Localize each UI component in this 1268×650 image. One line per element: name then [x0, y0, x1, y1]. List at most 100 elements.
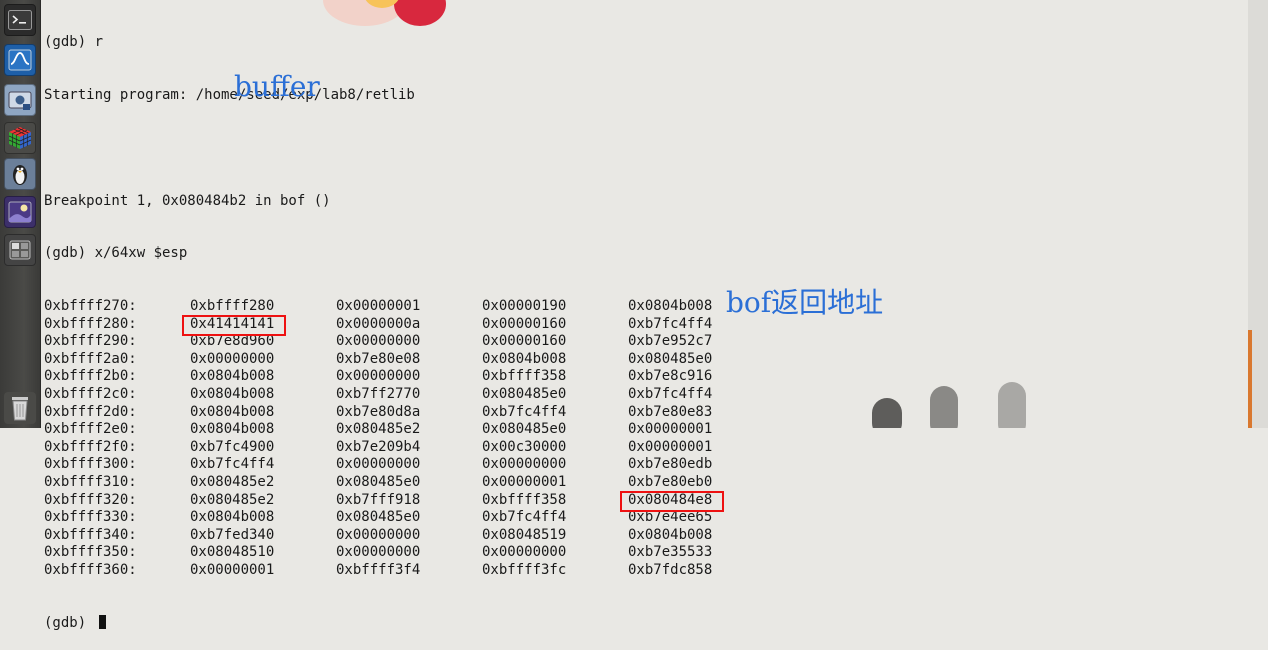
memory-word: 0xb7e80eb0	[628, 474, 713, 491]
memory-word: 0x00000000	[336, 544, 421, 561]
gdb-terminal-output[interactable]: (gdb) r Starting program: /home/seed/exp…	[44, 0, 774, 650]
memory-word: 0xb7fc4ff4	[482, 403, 567, 420]
terminal-line: Breakpoint 1, 0x080484b2 in bof ()	[44, 192, 331, 209]
memory-word: 0x00000000	[482, 456, 567, 473]
memory-word: 0x080485e0	[336, 509, 421, 526]
memory-address: 0xbffff270:	[44, 298, 137, 315]
memory-word: 0x0804b008	[190, 386, 275, 403]
workspace-switcher-icon[interactable]	[4, 234, 36, 266]
memory-word: 0x08048510	[190, 544, 275, 561]
memory-address: 0xbffff320:	[44, 491, 137, 508]
memory-address: 0xbffff310:	[44, 474, 137, 491]
memory-address: 0xbffff2e0:	[44, 421, 137, 438]
memory-word: 0x00000001	[336, 298, 421, 315]
memory-address: 0xbffff360:	[44, 562, 137, 578]
window-edge	[1248, 0, 1268, 428]
memory-word: 0xb7e35533	[628, 544, 713, 561]
memory-row: 0xbffff310: 0x080485e2 0x080485e0 0x0000000…	[44, 474, 774, 492]
memory-word: 0x00c30000	[482, 438, 567, 455]
trash-icon[interactable]	[4, 392, 36, 424]
memory-address: 0xbffff290:	[44, 333, 137, 350]
memory-word: 0x00000000	[336, 368, 421, 385]
memory-word: 0x08048519	[482, 526, 567, 543]
memory-word: 0xb7e80d8a	[336, 403, 421, 420]
terminal-icon[interactable]	[4, 4, 36, 36]
system-monitor-icon[interactable]	[4, 44, 36, 76]
memory-word: 0xbffff358	[482, 368, 567, 385]
terminal-line: (gdb) x/64xw $esp	[44, 245, 188, 262]
memory-address: 0xbffff280:	[44, 315, 137, 332]
memory-word: 0x0804b008	[190, 421, 275, 438]
gdb-prompt: (gdb)	[44, 614, 95, 631]
memory-word: 0xb7e952c7	[628, 333, 713, 350]
memory-word: 0x080485e0	[336, 474, 421, 491]
memory-word: 0x0000000a	[336, 315, 421, 332]
memory-word: 0x080485e0	[628, 350, 713, 367]
memory-word: 0xbffff3f4	[336, 562, 421, 578]
memory-word: 0x080485e2	[336, 421, 421, 438]
memory-word: 0xb7fc4ff4	[190, 456, 275, 473]
memory-row: 0xbffff340: 0xb7fed340 0x00000000 0x0804851…	[44, 527, 774, 545]
memory-word: 0x00000000	[482, 544, 567, 561]
memory-word: 0xb7e80e83	[628, 403, 713, 420]
memory-address: 0xbffff300:	[44, 456, 137, 473]
memory-word: 0xbffff3fc	[482, 562, 567, 578]
memory-word: 0x00000001	[628, 421, 713, 438]
launcher	[0, 0, 41, 428]
memory-word: 0x0804b008	[190, 403, 275, 420]
terminal-line: Starting program: /home/seed/exp/lab8/re…	[44, 86, 415, 103]
memory-row: 0xbffff2e0: 0x0804b008 0x080485e2 0x080485e…	[44, 421, 774, 439]
screenshot-icon[interactable]	[4, 84, 36, 116]
gdb-prompt-line[interactable]: (gdb)	[44, 614, 774, 633]
memory-word: 0x00000190	[482, 298, 567, 315]
memory-address: 0xbffff2a0:	[44, 350, 137, 367]
memory-address: 0xbffff330:	[44, 509, 137, 526]
wallpaper-icon[interactable]	[4, 196, 36, 228]
memory-word: 0xb7e8d960	[190, 333, 275, 350]
memory-word: 0x00000001	[190, 562, 275, 578]
memory-row: 0xbffff290: 0xb7e8d960 0x00000000 0x0000016…	[44, 333, 774, 351]
memory-word: 0x00000000	[190, 350, 275, 367]
memory-row: 0xbffff2b0: 0x0804b008 0x00000000 0xbffff35…	[44, 368, 774, 386]
memory-word: 0xb7fdc858	[628, 562, 713, 578]
memory-word: 0xb7fed340	[190, 526, 275, 543]
terminal-line: (gdb) r	[44, 34, 104, 51]
memory-row: 0xbffff280: 0x41414141 0x0000000a 0x0000016…	[44, 316, 774, 334]
memory-word: 0xb7fff918	[336, 491, 421, 508]
memory-row: 0xbffff2f0: 0xb7fc4900 0xb7e209b4 0x00c3000…	[44, 439, 774, 457]
memory-word: 0x00000160	[482, 333, 567, 350]
rubiks-cube-icon[interactable]	[4, 122, 36, 154]
memory-address: 0xbffff350:	[44, 544, 137, 561]
memory-word: 0xb7e80edb	[628, 456, 713, 473]
buffer-annotation: buffer	[234, 70, 320, 103]
memory-word: 0x0804b008	[190, 509, 275, 526]
memory-word: 0xbffff280	[190, 298, 275, 315]
memory-word: 0x00000000	[336, 456, 421, 473]
memory-word: 0xb7e8c916	[628, 368, 713, 385]
memory-word: 0x080484e8	[628, 491, 713, 508]
wallpaper-hand-decoration	[872, 382, 1026, 428]
memory-row: 0xbffff320: 0x080485e2 0xb7fff918 0xbffff35…	[44, 492, 774, 510]
memory-word: 0xb7e209b4	[336, 438, 421, 455]
memory-row: 0xbffff360: 0x00000001 0xbffff3f4 0xbffff3f…	[44, 562, 774, 580]
memory-word: 0x41414141	[190, 315, 275, 332]
memory-address: 0xbffff2b0:	[44, 368, 137, 385]
memory-word: 0xbffff358	[482, 491, 567, 508]
memory-row: 0xbffff300: 0xb7fc4ff4 0x00000000 0x0000000…	[44, 456, 774, 474]
memory-word: 0x00000001	[482, 474, 567, 491]
linux-penguin-icon[interactable]	[4, 158, 36, 190]
return-address-annotation: bof返回地址	[726, 286, 884, 319]
memory-address: 0xbffff340:	[44, 526, 137, 543]
memory-word: 0x00000000	[336, 526, 421, 543]
memory-row: 0xbffff2c0: 0x0804b008 0xb7ff2770 0x080485e…	[44, 386, 774, 404]
memory-row: 0xbffff330: 0x0804b008 0x080485e0 0xb7fc4ff…	[44, 509, 774, 527]
memory-word: 0xb7fc4ff4	[628, 386, 713, 403]
memory-word: 0xb7fc4900	[190, 438, 275, 455]
memory-word: 0x0804b008	[190, 368, 275, 385]
memory-dump: 0xbffff270: 0xbffff280 0x00000001 0x0000019…	[44, 298, 774, 580]
memory-word: 0x00000000	[336, 333, 421, 350]
memory-address: 0xbffff2d0:	[44, 403, 137, 420]
memory-word: 0x00000001	[628, 438, 713, 455]
memory-address: 0xbffff2c0:	[44, 386, 137, 403]
memory-word: 0x0804b008	[482, 350, 567, 367]
